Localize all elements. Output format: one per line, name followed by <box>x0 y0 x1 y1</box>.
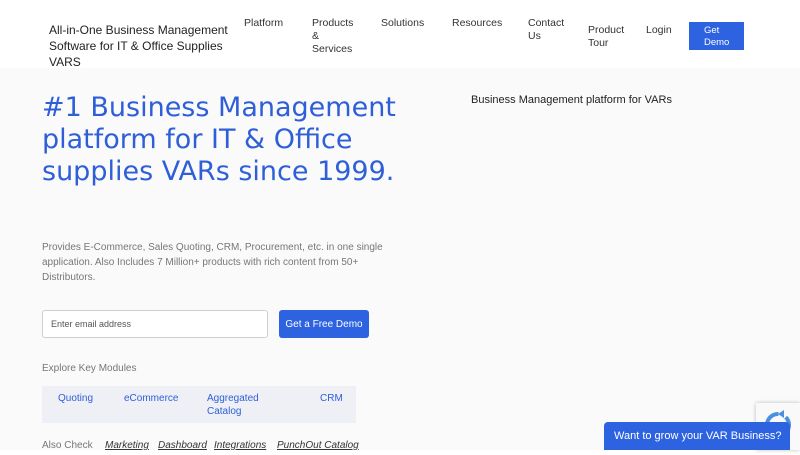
nav-resources[interactable]: Resources <box>452 17 502 30</box>
also-check-label: Also Check <box>42 440 93 451</box>
nav-product-tour[interactable]: Product Tour <box>588 24 628 50</box>
free-demo-button[interactable]: Get a Free Demo <box>279 310 369 338</box>
nav-platform[interactable]: Platform <box>244 17 283 30</box>
nav-solutions[interactable]: Solutions <box>381 17 424 30</box>
nav-products-services[interactable]: Products & Services <box>312 17 360 56</box>
chat-widget-button[interactable]: Want to grow your VAR Business? <box>604 422 790 450</box>
hero-title: #1 Business Management platform for IT &… <box>42 92 396 187</box>
hero-description: Provides E-Commerce, Sales Quoting, CRM,… <box>42 242 383 283</box>
brand-tagline[interactable]: All-in-One Business Management Software … <box>49 22 239 70</box>
explore-modules-label: Explore Key Modules <box>42 363 137 374</box>
module-quoting[interactable]: Quoting <box>58 392 93 405</box>
nav-login[interactable]: Login <box>646 24 672 37</box>
modules-tabs: Quoting eCommerce Aggregated Catalog CRM <box>42 386 356 423</box>
email-input[interactable] <box>42 310 268 338</box>
hero-image-caption: Business Management platform for VARs <box>471 94 672 106</box>
link-marketing[interactable]: Marketing <box>105 440 149 451</box>
site-header: All-in-One Business Management Software … <box>0 0 800 70</box>
module-ecommerce[interactable]: eCommerce <box>124 392 178 405</box>
module-crm[interactable]: CRM <box>320 392 343 405</box>
link-dashboard[interactable]: Dashboard <box>158 440 207 451</box>
link-punchout-catalog[interactable]: PunchOut Catalog <box>277 440 359 451</box>
nav-contact-us[interactable]: Contact Us <box>528 17 570 43</box>
module-aggregated-catalog[interactable]: Aggregated Catalog <box>207 392 277 418</box>
get-demo-button[interactable]: Get Demo <box>689 22 744 50</box>
link-integrations[interactable]: Integrations <box>214 440 266 451</box>
